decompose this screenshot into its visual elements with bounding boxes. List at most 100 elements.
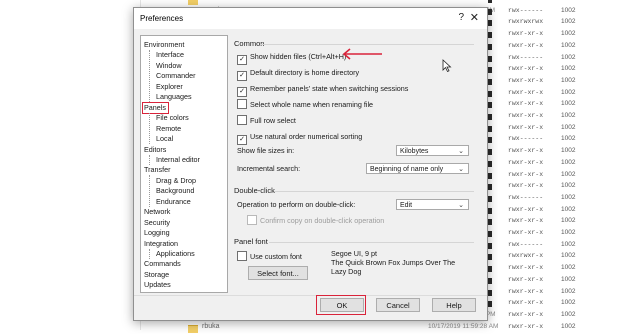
panel-font-group-label: Panel font xyxy=(234,237,268,246)
font-preview-text: The Quick Brown Fox Jumps Over The Lazy … xyxy=(331,258,456,276)
option-checkbox[interactable]: ✓ xyxy=(237,87,247,97)
confirm-copy-option[interactable]: Confirm copy on double-click operation xyxy=(247,215,384,226)
common-option[interactable]: ✓ Remember panels' state when switching s… xyxy=(237,83,408,97)
tree-item-drag-drop[interactable]: Drag & Drop xyxy=(156,176,196,186)
tree-guide-line xyxy=(149,248,151,259)
background-file-owner: 1002 xyxy=(561,147,576,155)
background-file-owner: 1002 xyxy=(561,53,576,61)
option-checkbox[interactable] xyxy=(237,99,247,109)
background-file-permissions: rwxr-xr-x xyxy=(508,88,544,96)
background-mark xyxy=(488,207,492,214)
select-font-button[interactable]: Select font... xyxy=(248,266,308,280)
operation-select[interactable]: Edit ⌄ xyxy=(396,199,469,210)
tree-item-applications[interactable]: Applications xyxy=(156,249,195,259)
background-mark xyxy=(488,78,492,85)
tree-item-integration[interactable]: Integration xyxy=(144,239,178,249)
tree-item-remote[interactable]: Remote xyxy=(156,124,181,134)
chevron-down-icon: ⌄ xyxy=(458,148,464,155)
tree-item-updates[interactable]: Updates xyxy=(144,280,171,290)
tree-item-network[interactable]: Network xyxy=(144,207,170,217)
option-label: Remember panels' state when switching se… xyxy=(250,84,409,93)
background-file-owner: 1002 xyxy=(561,182,576,190)
operation-value: Edit xyxy=(400,202,413,209)
background-file-permissions: rwxr-xr-x xyxy=(508,147,544,155)
dialog-title: Preferences xyxy=(140,14,184,23)
tree-item-endurance[interactable]: Endurance xyxy=(156,197,191,207)
tree-item-internal-editor[interactable]: Internal editor xyxy=(156,155,200,165)
background-mark xyxy=(488,55,492,62)
common-option[interactable]: ✓ Show hidden files (Ctrl+Alt+H) xyxy=(237,51,346,65)
close-icon[interactable]: ✕ xyxy=(470,11,479,24)
background-mark xyxy=(488,43,492,50)
incremental-search-select[interactable]: Beginning of name only ⌄ xyxy=(366,163,469,174)
option-checkbox[interactable]: ✓ xyxy=(237,71,247,81)
panels-highlight-box xyxy=(142,101,169,114)
option-checkbox[interactable] xyxy=(237,115,247,125)
option-checkbox[interactable]: ✓ xyxy=(237,135,247,145)
tree-item-window[interactable]: Window xyxy=(156,61,182,71)
file-sizes-select[interactable]: Kilobytes ⌄ xyxy=(396,145,469,156)
tree-item-transfer[interactable]: Transfer xyxy=(144,165,171,175)
tree-guide-line xyxy=(149,112,151,145)
help-button[interactable]: Help xyxy=(432,298,476,312)
background-file-owner: 1002 xyxy=(561,229,576,236)
background-file-owner: 1002 xyxy=(561,88,576,96)
background-file-owner: 1002 xyxy=(561,299,576,307)
background-file-owner: 1002 xyxy=(561,240,576,248)
confirm-copy-checkbox[interactable] xyxy=(247,215,257,225)
background-file-permissions: rwxr-xr-x xyxy=(508,229,544,236)
background-file-owner: 1002 xyxy=(561,123,576,131)
tree-item-storage[interactable]: Storage xyxy=(144,270,169,280)
background-mark xyxy=(488,289,492,296)
background-mark xyxy=(488,114,492,120)
background-file-owner: 1002 xyxy=(561,100,576,108)
confirm-copy-label: Confirm copy on double-click operation xyxy=(260,216,385,225)
checkmark-icon: ✓ xyxy=(239,88,245,95)
tree-item-logging[interactable]: Logging xyxy=(144,228,170,238)
tree-item-security[interactable]: Security xyxy=(144,218,170,228)
cancel-button[interactable]: Cancel xyxy=(376,298,420,312)
double-click-group-divider xyxy=(274,191,474,192)
background-file-owner: 1002 xyxy=(561,65,576,73)
tree-item-environment[interactable]: Environment xyxy=(144,40,184,50)
background-mark xyxy=(488,219,492,226)
checkmark-icon: ✓ xyxy=(239,56,245,63)
background-file-owner: 1002 xyxy=(561,158,576,166)
annotation-arrow-icon xyxy=(342,48,382,60)
tree-item-commands[interactable]: Commands xyxy=(144,259,181,269)
tree-item-commander[interactable]: Commander xyxy=(156,71,196,81)
ok-highlight-box xyxy=(316,295,366,315)
option-checkbox[interactable]: ✓ xyxy=(237,55,247,65)
background-row: rwxrwxrwx 1002 xyxy=(0,0,620,6)
chevron-down-icon: ⌄ xyxy=(458,166,464,173)
background-file-name: rbuka xyxy=(202,322,220,330)
background-file-owner: 1002 xyxy=(561,264,576,272)
background-file-permissions: rwxr-xr-x xyxy=(508,217,544,225)
background-mark xyxy=(488,160,492,167)
tree-item-interface[interactable]: Interface xyxy=(156,50,184,60)
background-mark xyxy=(488,301,492,308)
background-file-owner: 1002 xyxy=(561,205,576,213)
common-option[interactable]: Select whole name when renaming file xyxy=(237,99,373,110)
background-file-permissions: rwxr-xr-x xyxy=(508,41,544,49)
background-file-owner: 1002 xyxy=(561,217,576,225)
common-option[interactable]: Full row select xyxy=(237,115,296,126)
checkmark-icon: ✓ xyxy=(239,136,245,143)
tree-item-editors[interactable]: Editors xyxy=(144,145,166,155)
tree-item-explorer[interactable]: Explorer xyxy=(156,82,183,92)
background-row: rbuka 10/17/2019 11:59:28 AM rwxr-xr-x 1002 xyxy=(0,323,620,334)
use-custom-font-option[interactable]: Use custom font xyxy=(237,251,302,262)
tree-item-file-colors[interactable]: File colors xyxy=(156,113,189,123)
file-sizes-value: Kilobytes xyxy=(400,148,429,155)
option-label: Full row select xyxy=(250,116,296,125)
tree-item-local[interactable]: Local xyxy=(156,134,173,144)
chevron-down-icon: ⌄ xyxy=(458,202,464,209)
help-icon[interactable]: ? xyxy=(458,12,464,23)
background-file-permissions: rwxr-xr-x xyxy=(508,287,544,295)
background-file-permissions: rwxrwxr-x xyxy=(508,252,544,260)
common-option[interactable]: ✓ Use natural order numerical sorting xyxy=(237,131,362,145)
tree-item-background[interactable]: Background xyxy=(156,186,194,196)
common-option[interactable]: ✓ Default directory is home directory xyxy=(237,67,359,81)
use-custom-font-checkbox[interactable] xyxy=(237,251,247,261)
background-mark xyxy=(488,184,492,191)
